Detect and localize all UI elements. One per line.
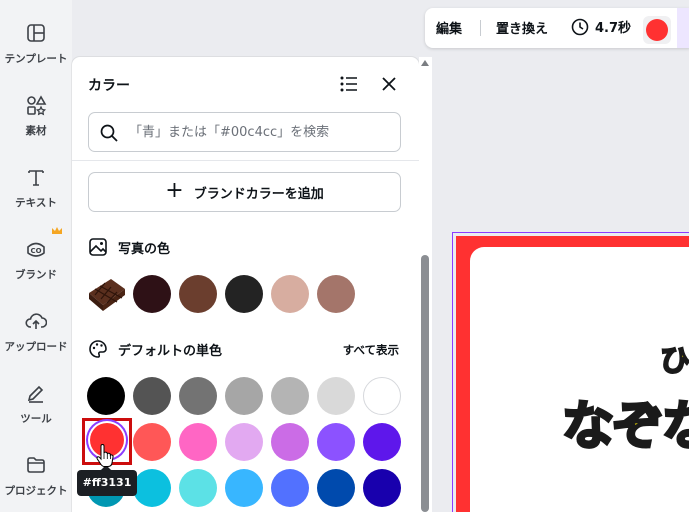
search-icon	[100, 124, 118, 142]
default-color-swatch[interactable]	[271, 423, 309, 461]
default-color-swatch[interactable]	[179, 423, 217, 461]
scrollbar-thumb[interactable]	[421, 255, 429, 512]
side-rail: テンプレート 素材 テキスト CO ブランド アップロード ツール プロジェクト	[0, 0, 72, 512]
text-icon	[28, 170, 44, 186]
toolbar-divider	[480, 20, 481, 36]
image-icon	[89, 238, 107, 256]
default-color-swatch[interactable]	[317, 377, 355, 415]
rail-item-label: テンプレート	[4, 53, 68, 65]
default-color-swatch[interactable]	[225, 423, 263, 461]
show-all-link[interactable]: すべて表示	[343, 342, 399, 358]
palette-icon	[89, 340, 107, 358]
default-color-swatch[interactable]	[317, 423, 355, 461]
default-color-swatch[interactable]	[179, 377, 217, 415]
default-color-swatch[interactable]	[271, 377, 309, 415]
rail-item-tools[interactable]: ツール	[0, 382, 72, 442]
rail-item-templates[interactable]: テンプレート	[0, 22, 72, 82]
hand-cursor-icon	[96, 444, 114, 467]
color-panel: カラー + ブランドカラーを追加 写真の色 デフォルトの単色 すべて表示	[72, 57, 419, 512]
default-color-swatch[interactable]	[179, 469, 217, 507]
panel-title: カラー	[88, 78, 130, 94]
list-view-icon[interactable]	[339, 75, 359, 93]
close-icon[interactable]	[380, 75, 398, 93]
photo-colors-title: 写真の色	[118, 241, 171, 257]
photo-color-swatch[interactable]	[225, 275, 263, 313]
duration-button[interactable]: 4.7秒	[571, 17, 631, 36]
color-tooltip: #ff3131	[77, 465, 137, 496]
default-color-swatch[interactable]	[133, 423, 171, 461]
add-brand-color-button[interactable]: + ブランドカラーを追加	[88, 172, 401, 212]
elements-icon	[27, 95, 47, 116]
photo-color-swatch[interactable]	[179, 275, 217, 313]
panel-divider	[72, 160, 419, 161]
photo-colors-header: 写真の色	[88, 237, 170, 257]
rail-item-projects[interactable]: プロジェクト	[0, 454, 72, 512]
default-color-swatch[interactable]	[87, 377, 125, 415]
plus-icon: +	[165, 178, 184, 203]
svg-text:CO: CO	[30, 247, 41, 255]
default-color-swatch[interactable]	[363, 423, 401, 461]
context-toolbar: 編集 置き換え 4.7秒	[425, 8, 689, 48]
rail-item-label: アップロード	[4, 341, 68, 353]
rail-item-label: プロジェクト	[4, 485, 68, 497]
photo-color-swatch[interactable]	[271, 275, 309, 313]
rail-item-elements[interactable]: 素材	[0, 94, 72, 154]
default-color-swatch[interactable]	[271, 469, 309, 507]
photo-color-swatch[interactable]	[317, 275, 355, 313]
crown-icon	[52, 227, 62, 234]
design-text-small[interactable]: ひ	[659, 336, 689, 380]
template-icon	[27, 24, 45, 42]
default-colors-header: デフォルトの単色	[88, 339, 222, 359]
toolbar-overflow[interactable]	[677, 8, 689, 48]
rail-item-label: ブランド	[15, 269, 57, 281]
brand-icon: CO	[27, 242, 45, 257]
replace-button[interactable]: 置き換え	[496, 18, 548, 37]
default-color-swatch[interactable]	[363, 469, 401, 507]
clock-icon	[571, 18, 589, 35]
rail-item-label: ツール	[20, 413, 52, 425]
color-search-input[interactable]	[129, 121, 394, 143]
rail-item-uploads[interactable]: アップロード	[0, 310, 72, 370]
upload-icon	[25, 313, 47, 329]
edit-button[interactable]: 編集	[436, 18, 462, 37]
selection-outline	[452, 232, 689, 512]
default-color-swatch[interactable]	[133, 469, 171, 507]
default-color-swatch[interactable]	[317, 469, 355, 507]
tools-icon	[27, 385, 44, 403]
rail-item-label: 素材	[25, 125, 47, 137]
add-brand-color-label: ブランドカラーを追加	[193, 186, 324, 202]
text-color-button[interactable]	[643, 16, 671, 44]
photo-thumbnail[interactable]	[87, 275, 127, 313]
color-search-field[interactable]	[88, 112, 401, 152]
default-color-swatch[interactable]	[363, 377, 401, 415]
rail-item-brand[interactable]: CO ブランド	[0, 238, 72, 298]
photo-color-swatch[interactable]	[133, 275, 171, 313]
text-color-swatch	[646, 19, 668, 41]
scroll-up-arrow-icon[interactable]	[421, 60, 429, 66]
default-color-swatch[interactable]	[133, 377, 171, 415]
duration-label: 4.7秒	[595, 21, 632, 36]
default-color-swatch[interactable]	[225, 377, 263, 415]
design-text-title[interactable]: なぞな	[560, 384, 689, 459]
default-color-swatch[interactable]	[225, 469, 263, 507]
rail-item-label: テキスト	[15, 197, 57, 209]
default-colors-title: デフォルトの単色	[118, 343, 223, 359]
rail-item-text[interactable]: テキスト	[0, 166, 72, 226]
folder-icon	[27, 457, 45, 473]
